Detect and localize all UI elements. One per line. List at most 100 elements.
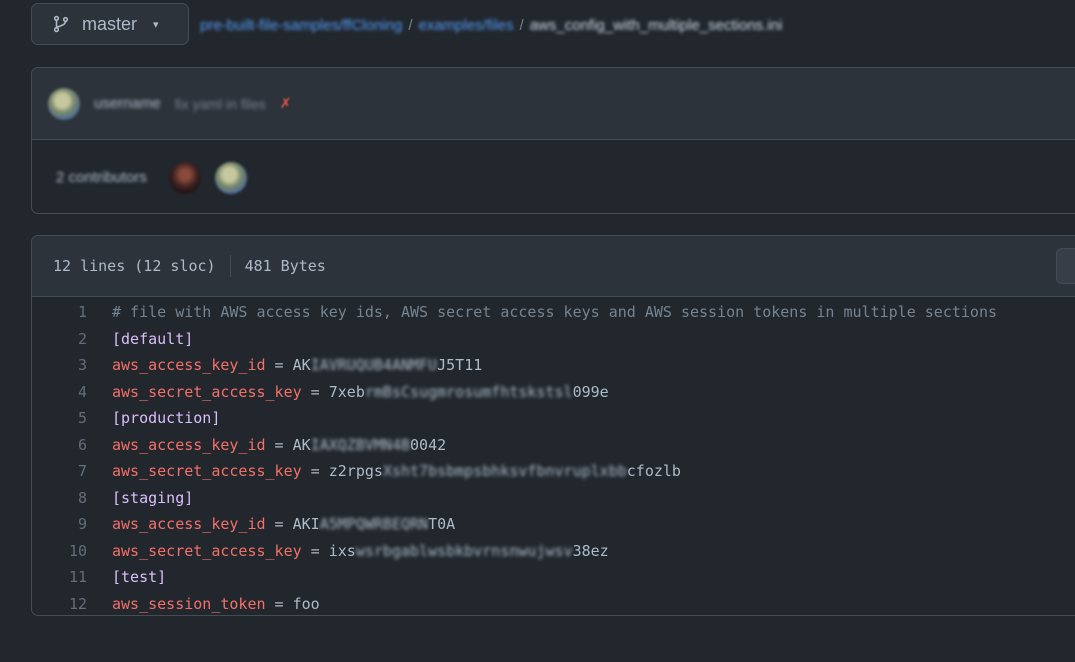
avatar[interactable] — [48, 87, 80, 120]
line-content: aws_access_key_id = AKIAVRUQUB4ANMFUJ5T1… — [87, 356, 482, 374]
code-key: aws_session_token — [112, 594, 266, 613]
code-value: ixs — [328, 541, 356, 560]
breadcrumb-separator: / — [519, 16, 524, 34]
code-value: AKI — [292, 515, 320, 534]
code-value: AK — [292, 356, 311, 375]
line-content: aws_access_key_id = AKIAXQZBVMN4B0042 — [87, 436, 446, 454]
code-value: T0A — [428, 515, 456, 534]
code-value-redacted: Xsht7bsbmpsbhksvfbnvruplxbb — [382, 462, 627, 481]
code-value: 099e — [572, 382, 609, 401]
git-branch-icon — [53, 15, 69, 33]
code-value: 7xeb — [328, 382, 365, 401]
line-number: 12 — [68, 594, 87, 613]
code-value: AK — [292, 435, 311, 454]
file-line-count: 12 lines (12 sloc) — [53, 257, 216, 275]
breadcrumb-repo-link[interactable]: pre-built-file-samples/ffCloning — [200, 17, 402, 34]
branch-label: master — [82, 13, 138, 34]
line-number: 3 — [77, 356, 87, 375]
breadcrumb: pre-built-file-samples/ffCloning / examp… — [200, 14, 782, 36]
avatar[interactable] — [168, 161, 201, 194]
code-key: aws_access_key_id — [112, 515, 266, 534]
code-line: 12 aws_session_token = foo — [32, 591, 1075, 616]
line-number: 4 — [77, 382, 87, 401]
commit-author-link[interactable]: username — [94, 95, 161, 112]
code-value-redacted: rmBsCsugmrosumfhtskstsl — [364, 382, 573, 401]
code-line: 2 [default] — [32, 326, 1075, 353]
code-value: 38ez — [572, 541, 609, 560]
code-operator: = — [301, 462, 329, 481]
code-key: aws_secret_access_key — [112, 541, 302, 560]
code-line: 10 aws_secret_access_key = ixswsrbgablwsb… — [32, 538, 1075, 565]
line-number: 6 — [77, 435, 87, 454]
code-line: 8 [staging] — [32, 485, 1075, 512]
code-line: 9 aws_access_key_id = AKIA5MPQWRBEQRNT0A — [32, 511, 1075, 538]
code-key: aws_secret_access_key — [112, 382, 302, 401]
code-operator: = — [265, 515, 293, 534]
line-number: 2 — [77, 329, 87, 348]
code-operator: = — [301, 382, 329, 401]
code-section: [staging] — [112, 488, 194, 507]
latest-commit-box: username fix yaml in files ✗ 2 contribut… — [31, 67, 1075, 214]
code-value: foo — [292, 594, 320, 613]
code-operator: = — [265, 435, 293, 454]
code-value-redacted: IAVRUQUB4ANMFU — [310, 356, 438, 375]
commit-status-icon[interactable]: ✗ — [280, 95, 292, 112]
code-line: 4 aws_secret_access_key = 7xebrmBsCsugmro… — [32, 379, 1075, 406]
code-value: 0042 — [410, 435, 447, 454]
line-content: [production] — [87, 409, 220, 427]
code-value: cfozlb — [626, 462, 681, 481]
contributors-count[interactable]: 2 contributors — [56, 169, 147, 186]
line-number: 7 — [77, 462, 87, 481]
code-operator: = — [265, 356, 293, 375]
code-line: 7 aws_secret_access_key = z2rpgsXsht7bsbm… — [32, 458, 1075, 485]
line-number: 1 — [77, 303, 87, 322]
commit-message-link[interactable]: fix yaml in files — [175, 96, 266, 112]
code-value-redacted: A5MPQWRBEQRN — [319, 515, 429, 534]
divider — [229, 255, 231, 277]
line-content: aws_secret_access_key = ixswsrbgablwsbkb… — [87, 542, 609, 560]
line-number: 9 — [77, 515, 87, 534]
breadcrumb-separator: / — [408, 16, 413, 34]
code-line: 3 aws_access_key_id = AKIAVRUQUB4ANMFUJ5T… — [32, 352, 1075, 379]
line-number: 5 — [77, 409, 87, 428]
code-key: aws_secret_access_key — [112, 462, 302, 481]
code-section: [production] — [112, 409, 221, 428]
avatar[interactable] — [214, 161, 247, 194]
file-size: 481 Bytes — [244, 257, 326, 275]
file-viewer: 12 lines (12 sloc) 481 Bytes 1 # file wit… — [31, 235, 1075, 616]
code-comment: # file with AWS access key ids, AWS secr… — [112, 303, 998, 322]
chevron-down-icon: ▾ — [153, 18, 159, 31]
code-key: aws_access_key_id — [112, 356, 266, 375]
line-content: # file with AWS access key ids, AWS secr… — [87, 303, 997, 321]
code-line: 11 [test] — [32, 564, 1075, 591]
code-section: [test] — [112, 568, 167, 587]
code-operator: = — [265, 594, 293, 613]
line-content: aws_secret_access_key = z2rpgsXsht7bsbmp… — [87, 462, 681, 480]
code-operator: = — [301, 541, 329, 560]
line-content: aws_access_key_id = AKIA5MPQWRBEQRNT0A — [87, 515, 455, 533]
branch-selector-button[interactable]: master ▾ — [31, 3, 189, 45]
code-line: 6 aws_access_key_id = AKIAXQZBVMN4B0042 — [32, 432, 1075, 459]
line-number: 11 — [68, 568, 87, 587]
file-info-bar: 12 lines (12 sloc) 481 Bytes — [32, 236, 1075, 297]
line-content: [test] — [87, 568, 166, 586]
line-number: 10 — [68, 541, 87, 560]
code-value: z2rpgs — [328, 462, 383, 481]
code-value-redacted: IAXQZBVMN4B — [310, 435, 411, 454]
line-number: 8 — [77, 488, 87, 507]
line-content: aws_session_token = foo — [87, 595, 320, 613]
breadcrumb-dir-link[interactable]: examples/files — [418, 17, 513, 34]
raw-button[interactable] — [1056, 248, 1075, 284]
code-value-redacted: wsrbgablwsbkbvrnsnwujwsv — [355, 541, 573, 560]
commit-header: username fix yaml in files ✗ — [32, 68, 1075, 140]
code-section: [default] — [112, 329, 194, 348]
code-line: 1 # file with AWS access key ids, AWS sec… — [32, 299, 1075, 326]
code-key: aws_access_key_id — [112, 435, 266, 454]
line-content: [staging] — [87, 489, 193, 507]
line-content: [default] — [87, 330, 193, 348]
contributors-row: 2 contributors — [32, 140, 1075, 213]
code-value: J5T11 — [437, 356, 483, 375]
breadcrumb-file-name: aws_config_with_multiple_sections.ini — [529, 16, 783, 34]
line-content: aws_secret_access_key = 7xebrmBsCsugmros… — [87, 383, 609, 401]
code-line: 5 [production] — [32, 405, 1075, 432]
